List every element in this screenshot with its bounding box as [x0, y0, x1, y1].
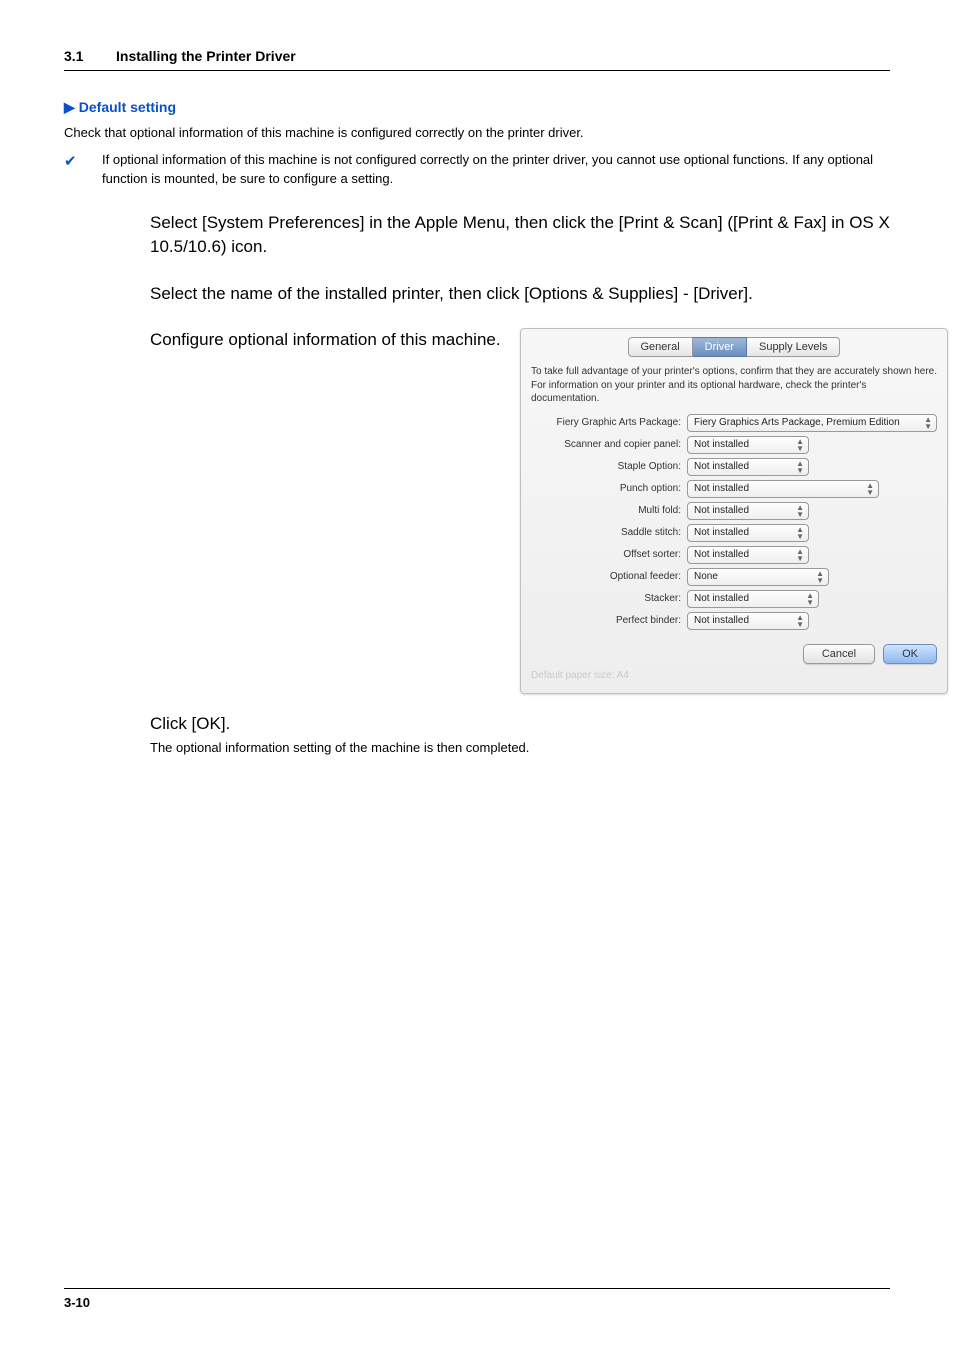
option-select[interactable]: Not installed ▲▼ [687, 458, 809, 476]
tab-general[interactable]: General [628, 337, 693, 357]
option-row: Scanner and copier panel: Not installed ▲▼ [531, 436, 937, 454]
step-1-text: Select [System Preferences] in the Apple… [150, 211, 890, 260]
option-label: Stacker: [531, 593, 687, 604]
option-row: Fiery Graphic Arts Package: Fiery Graphic… [531, 414, 937, 432]
option-select[interactable]: Not installed ▲▼ [687, 524, 809, 542]
triangle-icon: ▶ [64, 99, 75, 116]
stepper-arrows-icon: ▲▼ [866, 482, 874, 496]
step-3-text: Configure optional information of this m… [150, 328, 520, 353]
precondition-row: ✔ If optional information of this machin… [64, 151, 890, 189]
option-value: Not installed [694, 505, 749, 516]
option-label: Punch option: [531, 483, 687, 494]
option-row: Optional feeder: None ▲▼ [531, 568, 937, 586]
stepper-arrows-icon: ▲▼ [816, 570, 824, 584]
option-label: Optional feeder: [531, 571, 687, 582]
checkmark-icon: ✔ [64, 151, 102, 170]
option-value: None [694, 571, 718, 582]
tab-bar: General Driver Supply Levels [531, 337, 937, 357]
option-select[interactable]: Not installed ▲▼ [687, 480, 879, 498]
precondition-text: If optional information of this machine … [102, 151, 890, 189]
option-select[interactable]: Not installed ▲▼ [687, 590, 819, 608]
section-header: 3.1 Installing the Printer Driver [64, 48, 890, 64]
option-value: Not installed [694, 549, 749, 560]
driver-options-dialog: General Driver Supply Levels To take ful… [520, 328, 948, 694]
page-number: 3-10 [64, 1295, 90, 1310]
section-title: Installing the Printer Driver [116, 48, 296, 64]
option-label: Perfect binder: [531, 615, 687, 626]
option-row: Punch option: Not installed ▲▼ [531, 480, 937, 498]
tab-driver[interactable]: Driver [693, 337, 747, 357]
panel-note: To take full advantage of your printer's… [531, 365, 937, 406]
option-row: Offset sorter: Not installed ▲▼ [531, 546, 937, 564]
cancel-button[interactable]: Cancel [803, 644, 875, 664]
option-label: Multi fold: [531, 505, 687, 516]
stepper-arrows-icon: ▲▼ [796, 504, 804, 518]
option-row: Perfect binder: Not installed ▲▼ [531, 612, 937, 630]
option-row: Saddle stitch: Not installed ▲▼ [531, 524, 937, 542]
header-divider [64, 70, 890, 71]
dialog-button-bar: Cancel OK [531, 644, 937, 664]
option-label: Staple Option: [531, 461, 687, 472]
default-paper-size-label: Default paper size: A4 [531, 670, 937, 681]
option-value: Not installed [694, 461, 749, 472]
step-click-ok: Click [OK]. [150, 714, 890, 734]
option-value: Not installed [694, 593, 749, 604]
stepper-arrows-icon: ▲▼ [796, 548, 804, 562]
option-select[interactable]: Not installed ▲▼ [687, 612, 809, 630]
stepper-arrows-icon: ▲▼ [796, 526, 804, 540]
option-value: Not installed [694, 439, 749, 450]
option-select[interactable]: None ▲▼ [687, 568, 829, 586]
subsection-title: Default setting [79, 99, 176, 115]
option-label: Scanner and copier panel: [531, 439, 687, 450]
option-label: Fiery Graphic Arts Package: [531, 417, 687, 428]
step-2-text: Select the name of the installed printer… [150, 282, 890, 307]
options-list: Fiery Graphic Arts Package: Fiery Graphic… [531, 414, 937, 630]
option-label: Offset sorter: [531, 549, 687, 560]
ok-button[interactable]: OK [883, 644, 937, 664]
stepper-arrows-icon: ▲▼ [796, 614, 804, 628]
page-footer: 3-10 [64, 1288, 890, 1310]
stepper-arrows-icon: ▲▼ [806, 592, 814, 606]
option-select[interactable]: Not installed ▲▼ [687, 436, 809, 454]
step-3: Configure optional information of this m… [150, 328, 890, 694]
option-row: Stacker: Not installed ▲▼ [531, 590, 937, 608]
option-row: Staple Option: Not installed ▲▼ [531, 458, 937, 476]
option-value: Fiery Graphics Arts Package, Premium Edi… [694, 417, 900, 428]
stepper-arrows-icon: ▲▼ [796, 438, 804, 452]
intro-text: Check that optional information of this … [64, 124, 890, 143]
tab-supply-levels[interactable]: Supply Levels [747, 337, 841, 357]
option-value: Not installed [694, 527, 749, 538]
option-label: Saddle stitch: [531, 527, 687, 538]
option-select[interactable]: Fiery Graphics Arts Package, Premium Edi… [687, 414, 937, 432]
stepper-arrows-icon: ▲▼ [796, 460, 804, 474]
stepper-arrows-icon: ▲▼ [924, 416, 932, 430]
step-2: Select the name of the installed printer… [150, 282, 890, 307]
option-value: Not installed [694, 615, 749, 626]
option-row: Multi fold: Not installed ▲▼ [531, 502, 937, 520]
completion-text: The optional information setting of the … [150, 740, 890, 755]
option-value: Not installed [694, 483, 749, 494]
step-1: Select [System Preferences] in the Apple… [150, 211, 890, 260]
option-select[interactable]: Not installed ▲▼ [687, 546, 809, 564]
option-select[interactable]: Not installed ▲▼ [687, 502, 809, 520]
subsection-heading: ▶Default setting [64, 99, 890, 116]
section-number: 3.1 [64, 48, 116, 64]
